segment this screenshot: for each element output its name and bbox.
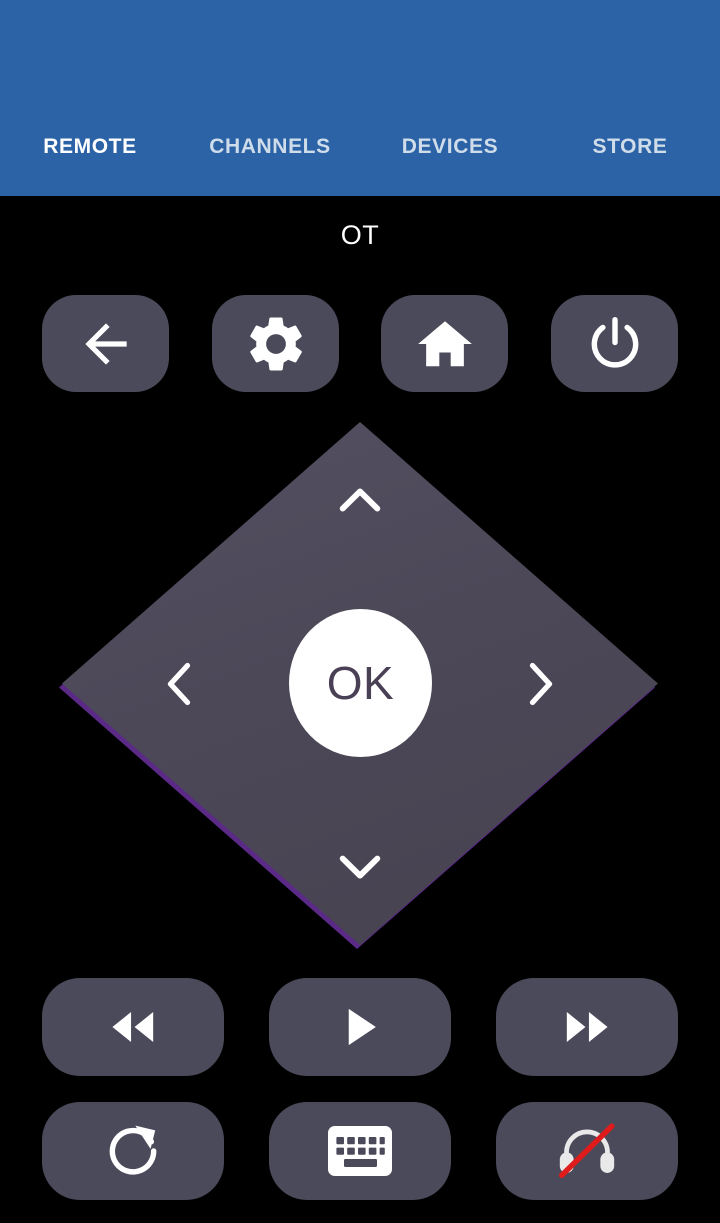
- rewind-icon: [100, 1002, 166, 1052]
- chevron-up-icon: [328, 468, 392, 532]
- play-icon: [335, 1001, 385, 1053]
- power-button[interactable]: [551, 295, 678, 392]
- tab-channels[interactable]: CHANNELS: [180, 132, 360, 157]
- tab-devices[interactable]: DEVICES: [360, 132, 540, 157]
- ok-label: OK: [326, 657, 395, 709]
- rewind-button[interactable]: [42, 978, 224, 1076]
- refresh-button[interactable]: [42, 1102, 224, 1200]
- dpad-down-button[interactable]: [324, 830, 396, 902]
- device-name-label: OT: [340, 220, 380, 250]
- tab-remote[interactable]: REMOTE: [0, 132, 180, 157]
- back-button[interactable]: [42, 295, 169, 392]
- home-button[interactable]: [381, 295, 508, 392]
- dpad-left-button[interactable]: [144, 648, 216, 720]
- keyboard-button[interactable]: [269, 1102, 451, 1200]
- settings-button[interactable]: [212, 295, 339, 392]
- dpad: OK: [59, 422, 658, 949]
- fast-forward-button[interactable]: [496, 978, 678, 1076]
- dpad-right-button[interactable]: [504, 648, 576, 720]
- chevron-right-icon: [510, 654, 570, 714]
- back-arrow-icon: [75, 313, 137, 375]
- refresh-icon: [102, 1120, 164, 1182]
- ok-button[interactable]: OK: [289, 609, 432, 757]
- tab-bar: REMOTE CHANNELS DEVICES STORE: [0, 132, 720, 196]
- chevron-left-icon: [150, 654, 210, 714]
- play-button[interactable]: [269, 978, 451, 1076]
- headphones-off-button[interactable]: [496, 1102, 678, 1200]
- fast-forward-icon: [554, 1002, 620, 1052]
- tab-store[interactable]: STORE: [540, 132, 720, 157]
- app-header: REMOTE CHANNELS DEVICES STORE: [0, 0, 720, 196]
- dpad-up-button[interactable]: [324, 464, 396, 536]
- chevron-down-icon: [328, 834, 392, 898]
- keyboard-icon: [326, 1123, 394, 1179]
- home-icon: [414, 313, 476, 375]
- remote-app-screen: REMOTE CHANNELS DEVICES STORE OT OK: [0, 0, 720, 1223]
- power-icon: [584, 313, 646, 375]
- headphones-off-icon: [556, 1122, 618, 1180]
- gear-icon: [243, 311, 309, 377]
